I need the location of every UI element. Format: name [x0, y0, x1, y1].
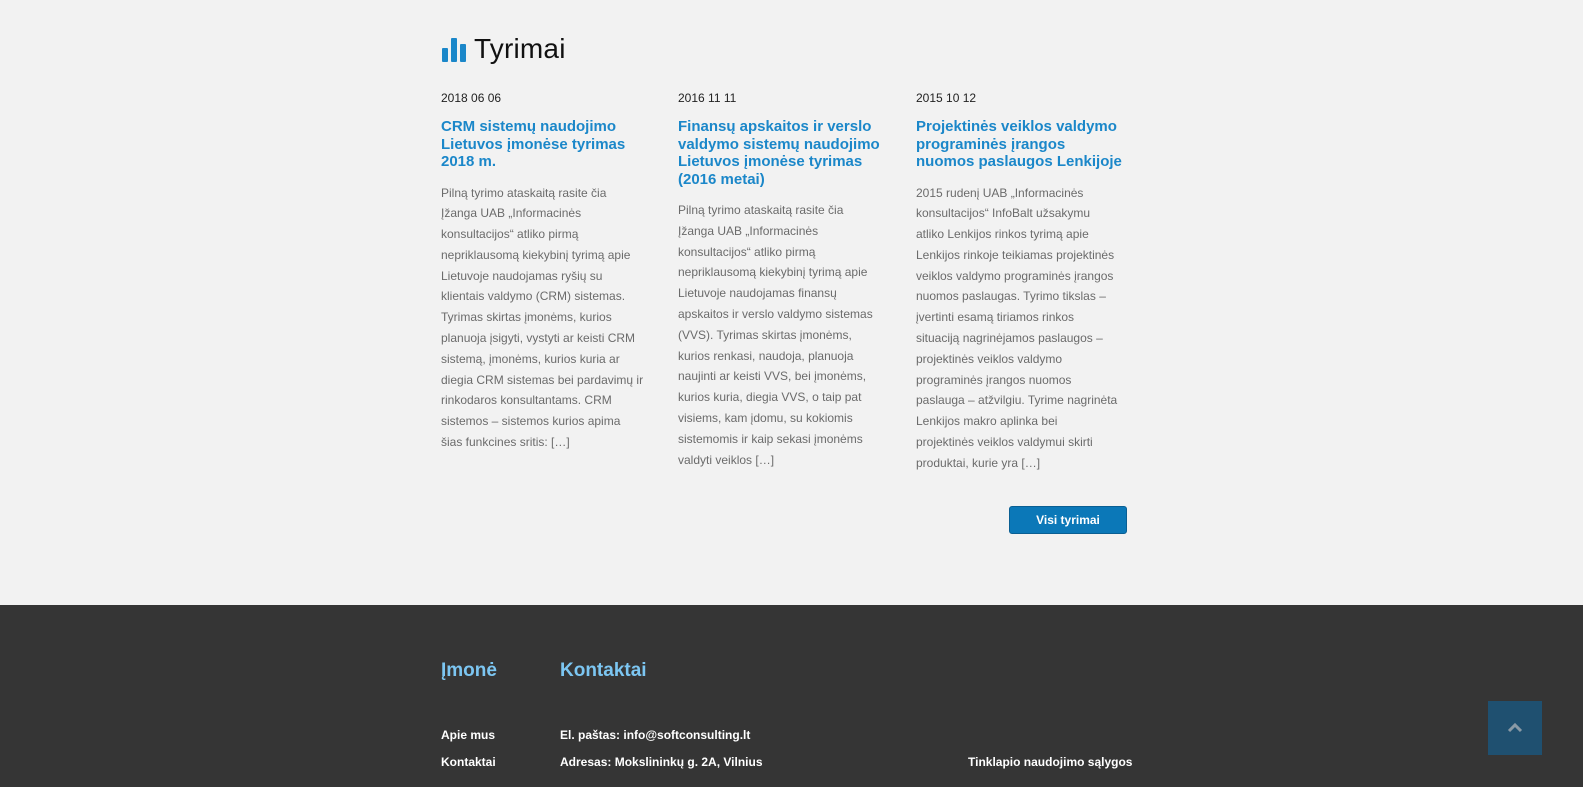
research-section: Tyrimai 2018 06 06 CRM sistemų naudojimo…	[0, 0, 1583, 605]
excerpt-line: Lietuvoje naudojamas finansų	[678, 286, 837, 301]
title-line: nuomos paslaugos Lenkijoje	[916, 153, 1122, 170]
excerpt-line: įvertinti esamą tiriamos rinkos	[916, 310, 1075, 325]
excerpt-line: situaciją nagrinėjamos paslaugos –	[916, 331, 1103, 346]
title-line: CRM sistemų naudojimo	[441, 118, 617, 135]
footer-email[interactable]: El. paštas: info@softconsulting.lt	[560, 728, 750, 742]
title-line: programinės įrangos	[916, 135, 1066, 153]
article-date: 2018 06 06	[441, 91, 502, 105]
excerpt-line: naujinti ar keisti VVS, bei įmonėms,	[678, 369, 867, 384]
excerpt-line: diegia CRM sistemas bei pardavimų ir	[441, 372, 644, 387]
article-date: 2015 10 12	[916, 91, 977, 105]
excerpt-line: kurios kuria, diegia VVS, o taip pat	[678, 390, 862, 405]
excerpt-line: veiklos valdymo programinės įrangos	[916, 268, 1114, 283]
footer-company-heading: Įmonė	[441, 660, 497, 681]
title-line: Lietuvos įmonėse tyrimas	[441, 135, 626, 153]
excerpt-line: visiems, kam įdomu, su kokiomis	[678, 410, 853, 425]
excerpt-line: apskaitos ir verslo valdymo sistemas	[678, 306, 873, 321]
excerpt-line: nuomos paslaugas. Tyrimo tikslas –	[916, 289, 1106, 304]
excerpt-line: sistemą, įmonėms, kurios kuria ar	[441, 351, 620, 366]
excerpt-line: sistemomis ir kaip sekasi įmonėms	[678, 431, 863, 446]
excerpt-line: Lietuvoje naudojamas ryšių su	[441, 268, 603, 283]
excerpt-line: projektinės veiklos valdymo	[916, 351, 1063, 366]
excerpt-line: Lenkijos rinkoje teikiamas projektinės	[916, 247, 1115, 262]
footer-link-contacts[interactable]: Kontaktai	[441, 755, 496, 769]
section-heading: Tyrimai	[441, 33, 566, 65]
excerpt-line: programinės įrangos nuomos	[916, 372, 1072, 387]
article-excerpt: 2015 rudenį UAB „Informacinės konsultacij…	[916, 183, 1131, 474]
excerpt-line: Tyrimas skirtas įmonėms, kurios	[441, 310, 612, 325]
section-title: Tyrimai	[474, 33, 566, 64]
chevron-up-icon	[1507, 723, 1523, 733]
excerpt-line: konsultacijos“ atliko pirmą	[678, 244, 816, 259]
footer-contacts-heading: Kontaktai	[560, 660, 647, 681]
title-line: valdymo sistemų naudojimo	[678, 135, 880, 153]
scroll-to-top-button[interactable]	[1488, 701, 1542, 755]
excerpt-line: Pilną tyrimo ataskaitą rasite čia	[441, 185, 607, 200]
excerpt-line: planuoja įsigyti, vystyti ar keisti CRM	[441, 331, 636, 346]
excerpt-line: valdyti veiklos […]	[678, 452, 775, 467]
title-line: (2016 metai)	[678, 170, 765, 188]
excerpt-line: Įžanga UAB „Informacinės	[441, 206, 582, 221]
title-line: Projektinės veiklos valdymo	[916, 118, 1117, 135]
footer	[0, 605, 1583, 787]
article-excerpt: Pilną tyrimo ataskaitą rasite čia Įžanga …	[678, 200, 893, 470]
article-card: 2015 10 12 Projektinės veiklos valdymo pr…	[916, 90, 1131, 474]
article-title-link[interactable]: CRM sistemų naudojimo Lietuvos įmonėse ty…	[441, 118, 656, 171]
excerpt-line: sistemos – sistemos kurios apima	[441, 414, 621, 429]
excerpt-line: paslauga – atžvilgiu. Tyrime nagrinėta	[916, 393, 1118, 408]
excerpt-line: konsultacijos“ InfoBalt užsakymu	[916, 206, 1091, 221]
article-card: 2016 11 11 Finansų apskaitos ir verslo va…	[678, 90, 893, 470]
excerpt-line: (VVS). Tyrimas skirtas įmonėms,	[678, 327, 852, 342]
article-title-link[interactable]: Finansų apskaitos ir verslo valdymo siste…	[678, 118, 893, 188]
article-card: 2018 06 06 CRM sistemų naudojimo Lietuvos…	[441, 90, 656, 453]
excerpt-line: klientais valdymo (CRM) sistemas.	[441, 289, 626, 304]
excerpt-line: produktai, kurie yra […]	[916, 455, 1041, 470]
excerpt-line: kurios renkasi, naudoja, planuoja	[678, 348, 854, 363]
excerpt-line: nepriklausomą kiekybinį tyrimą apie	[678, 265, 868, 280]
title-line: Finansų apskaitos ir verslo	[678, 118, 872, 135]
excerpt-line: šias funkcines sritis: […]	[441, 435, 570, 450]
article-excerpt: Pilną tyrimo ataskaitą rasite čia Įžanga …	[441, 183, 656, 453]
excerpt-line: Pilną tyrimo ataskaitą rasite čia	[678, 203, 844, 217]
excerpt-line: rinkodaros konsultantams. CRM	[441, 393, 612, 408]
excerpt-line: projektinės veiklos valdymui skirti	[916, 435, 1093, 450]
excerpt-line: 2015 rudenį UAB „Informacinės	[916, 185, 1084, 200]
title-line: 2018 m.	[441, 153, 497, 170]
article-date: 2016 11 11	[678, 91, 737, 105]
excerpt-line: konsultacijos“ atliko pirmą	[441, 227, 579, 242]
article-title-link[interactable]: Projektinės veiklos valdymo programinės į…	[916, 118, 1131, 171]
all-research-button[interactable]: Visi tyrimai	[1009, 506, 1127, 534]
excerpt-line: atliko Lenkijos rinkos tyrimą apie	[916, 227, 1089, 242]
excerpt-line: Lenkijos makro aplinka bei	[916, 414, 1058, 429]
bar-chart-icon	[442, 38, 466, 62]
footer-address: Adresas: Mokslininkų g. 2A, Vilnius	[560, 755, 763, 769]
excerpt-line: Įžanga UAB „Informacinės	[678, 223, 819, 238]
footer-terms-link[interactable]: Tinklapio naudojimo sąlygos	[968, 755, 1132, 769]
excerpt-line: nepriklausomą kiekybinį tyrimą apie	[441, 247, 631, 262]
title-line: Lietuvos įmonėse tyrimas	[678, 153, 863, 170]
footer-link-about[interactable]: Apie mus	[441, 728, 495, 742]
